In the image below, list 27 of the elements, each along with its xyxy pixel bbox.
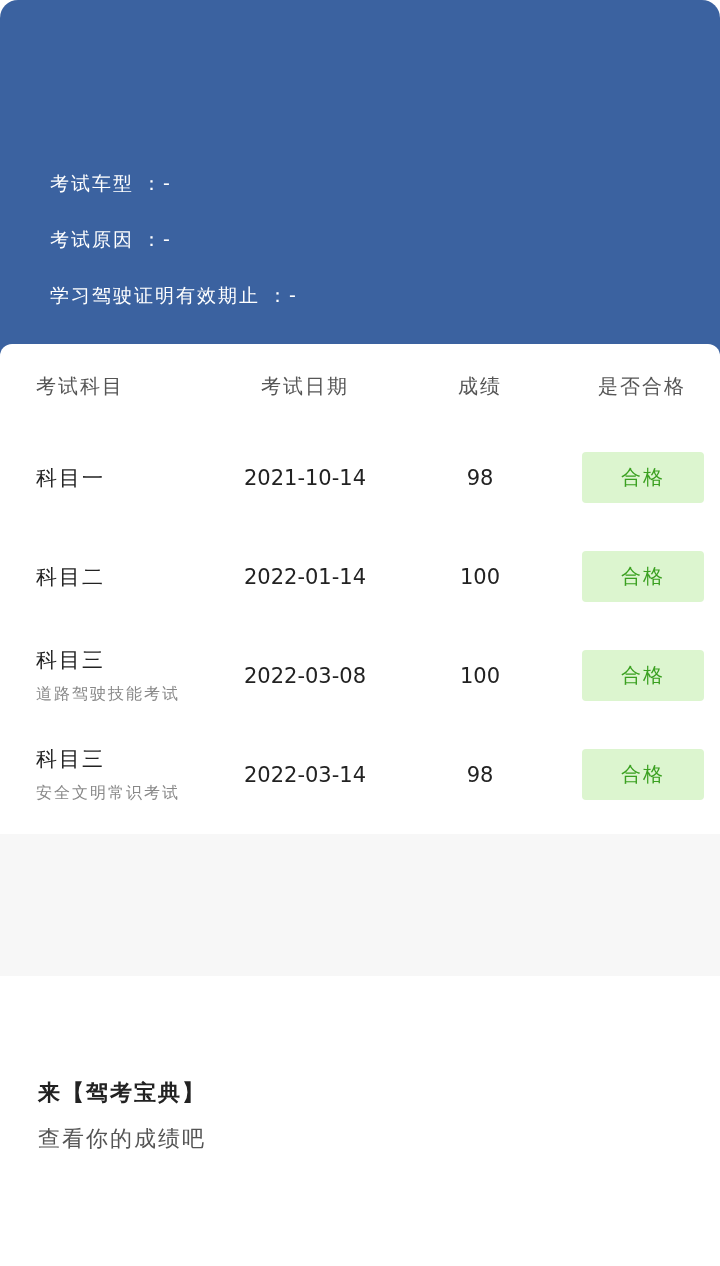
info-text: 学习驾驶证明有效期止 ：- [50, 284, 298, 306]
exam-score: 100 [458, 663, 502, 688]
result-badge: 合格 [582, 551, 704, 602]
subject-name: 科目三 [36, 647, 106, 674]
promo-subtitle: 查看你的成绩吧 [38, 1125, 207, 1153]
exam-date: 2021-10-14 [242, 465, 367, 490]
column-header: 考试日期 [260, 372, 350, 400]
exam-date: 2022-03-08 [242, 663, 367, 688]
result-badge: 合格 [582, 749, 704, 800]
column-header: 成绩 [457, 372, 503, 400]
subject-note: 安全文明常识考试 [36, 783, 181, 804]
exam-score: 98 [465, 762, 495, 787]
exam-score: 98 [465, 465, 495, 490]
subject-name: 科目一 [36, 464, 106, 492]
column-header: 考试科目 [35, 372, 125, 400]
promo-title: 来【驾考宝典】 [38, 1079, 207, 1107]
column-header: 是否合格 [597, 372, 687, 400]
subject-name: 科目二 [36, 563, 106, 591]
exam-date: 2022-01-14 [242, 564, 367, 589]
info-text: 考试原因 ：- [50, 228, 172, 250]
subject-name: 科目三 [36, 746, 106, 773]
subject-note: 道路驾驶技能考试 [36, 684, 181, 705]
exam-date: 2022-03-14 [242, 762, 367, 787]
info-text: 考试车型 ：- [50, 172, 172, 194]
exam-score: 100 [458, 564, 502, 589]
result-badge: 合格 [582, 452, 704, 503]
result-badge: 合格 [582, 650, 704, 701]
